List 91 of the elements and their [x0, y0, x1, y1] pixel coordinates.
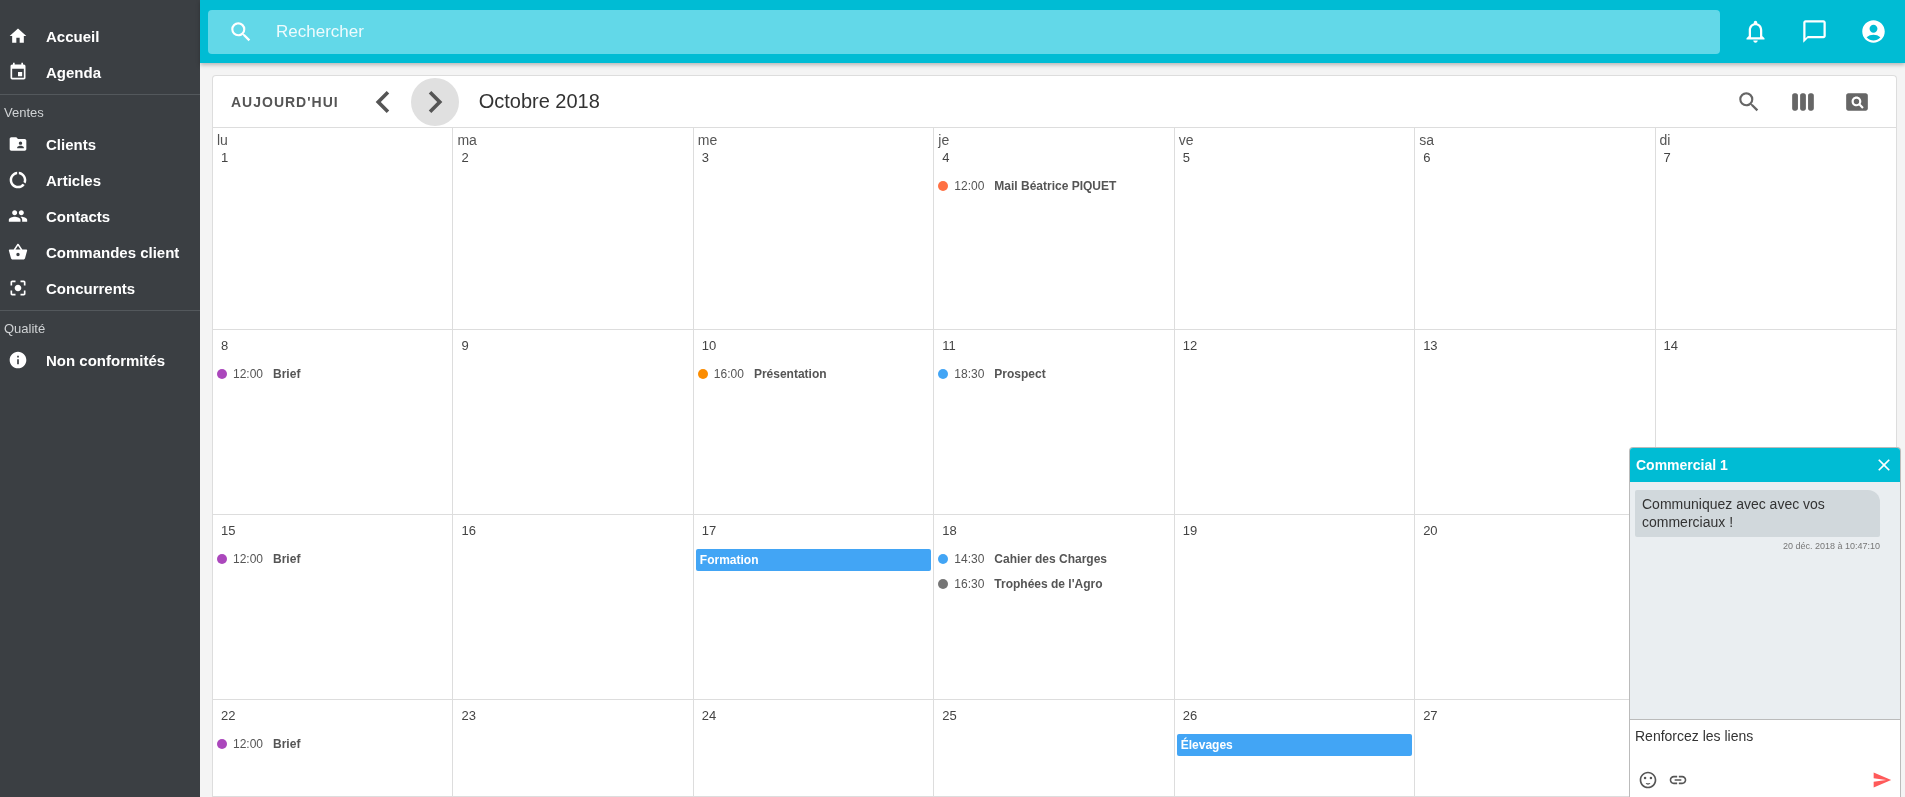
- day-number: 7: [1663, 150, 1671, 165]
- calendar-event[interactable]: 12:00 Brief: [217, 364, 453, 383]
- day-number: 1: [221, 150, 229, 165]
- home-icon: [8, 26, 28, 46]
- info-icon: [8, 350, 28, 370]
- nav-item[interactable]: Concurrents: [0, 270, 200, 306]
- nav-item[interactable]: Contacts: [0, 198, 200, 234]
- nav-label: Accueil: [46, 27, 100, 45]
- message-time: 20 déc. 2018 à 10:47:10: [1782, 541, 1880, 551]
- event-title: Prospect: [994, 366, 1046, 381]
- event-time: 12:00: [954, 178, 985, 193]
- search-field[interactable]: Rechercher: [208, 9, 1720, 54]
- calendar-event[interactable]: 14:30 Cahier des Charges: [938, 549, 1174, 568]
- calendar-event[interactable]: 12:00 Brief: [217, 734, 453, 753]
- nav-item[interactable]: Commandes client: [0, 234, 200, 270]
- day-number: 23: [461, 708, 476, 723]
- day-number: 24: [701, 708, 717, 723]
- weekday-label: di: [1659, 132, 1672, 148]
- day-number: 20: [1423, 523, 1438, 538]
- calendar-event[interactable]: 12:00 Brief: [217, 549, 453, 568]
- calendar-event[interactable]: 12:00 Mail Béatrice PIQUET: [938, 176, 1174, 195]
- nav-label: Concurrents: [46, 279, 136, 297]
- nav-label: Commandes client: [46, 243, 180, 261]
- weekday-label: sa: [1419, 132, 1435, 148]
- message-input[interactable]: Renforcez les liens: [1630, 719, 1900, 766]
- nav-label: Contacts: [46, 207, 111, 225]
- day-number: 6: [1423, 150, 1431, 165]
- calendar-event[interactable]: 16:00 Présentation: [697, 364, 934, 383]
- event-time: 18:30: [954, 366, 985, 381]
- day-number: 13: [1423, 338, 1438, 353]
- event-time: 16:00: [713, 366, 744, 381]
- day-number: 17: [701, 523, 717, 538]
- section-title: Qualité: [3, 320, 47, 338]
- nav-item[interactable]: Agenda: [0, 54, 200, 90]
- event-title: Présentation: [753, 366, 827, 381]
- day-number: 22: [221, 708, 236, 723]
- calendar-icon: [8, 62, 28, 82]
- folder-icon: [8, 134, 28, 154]
- today-button[interactable]: AUJOURD'HUI: [231, 85, 339, 118]
- weekday-label: je: [938, 132, 951, 148]
- weekday-label: ma: [457, 132, 478, 148]
- day-number: 16: [461, 523, 476, 538]
- nav-label: Clients: [46, 135, 96, 153]
- event-time: 12:00: [233, 366, 264, 381]
- calendar-event[interactable]: 16:30 Trophées de l'Agro: [938, 574, 1174, 593]
- next-button[interactable]: [410, 77, 459, 126]
- nav-item[interactable]: Clients: [0, 126, 200, 162]
- day-number: 12: [1182, 338, 1198, 353]
- message-bubble: Communiquez avec avec vos commerciaux !: [1635, 490, 1880, 537]
- day-number: 19: [1182, 523, 1198, 538]
- month-title: Octobre 2018: [478, 90, 601, 113]
- nav-item[interactable]: Non conformités: [0, 342, 200, 378]
- weekday-label: ve: [1178, 132, 1195, 148]
- day-number: 2: [461, 150, 469, 165]
- nav-item[interactable]: Articles: [0, 162, 200, 198]
- calendar-event[interactable]: 18:30 Prospect: [938, 364, 1174, 383]
- focus-icon: [8, 278, 28, 298]
- day-number: 27: [1423, 708, 1438, 723]
- day-number: 10: [701, 338, 717, 353]
- basket-icon: [8, 242, 28, 262]
- event-title: Mail Béatrice PIQUET: [994, 178, 1117, 193]
- day-number: 15: [221, 523, 236, 538]
- event-title: Brief: [273, 551, 301, 566]
- section-title: Ventes: [3, 104, 45, 122]
- event-title: Brief: [273, 366, 301, 381]
- day-number: 11: [942, 338, 956, 353]
- day-number: 4: [942, 150, 950, 165]
- event-time: 16:30: [954, 576, 985, 591]
- day-number: 18: [942, 523, 957, 538]
- nav-label: Non conformités: [46, 351, 166, 369]
- ring-chart-icon: [8, 170, 28, 190]
- day-number: 25: [942, 708, 957, 723]
- nav-item[interactable]: Accueil: [0, 18, 200, 54]
- chat-title: Commercial 1: [1636, 457, 1728, 473]
- event-title: Cahier des Charges: [994, 551, 1108, 566]
- nav-label: Agenda: [46, 63, 101, 81]
- event-title: Brief: [273, 736, 301, 751]
- emoji-icon[interactable]: [1638, 769, 1658, 790]
- event-time: 12:00: [233, 736, 264, 751]
- day-number: 3: [701, 150, 710, 165]
- event-title: Trophées de l'Agro: [994, 576, 1103, 591]
- event-time: 14:30: [954, 551, 985, 566]
- day-number: 26: [1182, 708, 1198, 723]
- nav-label: Articles: [46, 171, 102, 189]
- day-number: 14: [1663, 338, 1679, 353]
- day-number: 5: [1182, 150, 1190, 165]
- day-number: 8: [221, 338, 229, 353]
- day-number: 9: [461, 338, 469, 353]
- weekday-label: lu: [217, 132, 229, 148]
- weekday-label: me: [697, 132, 719, 148]
- event-time: 12:00: [233, 551, 264, 566]
